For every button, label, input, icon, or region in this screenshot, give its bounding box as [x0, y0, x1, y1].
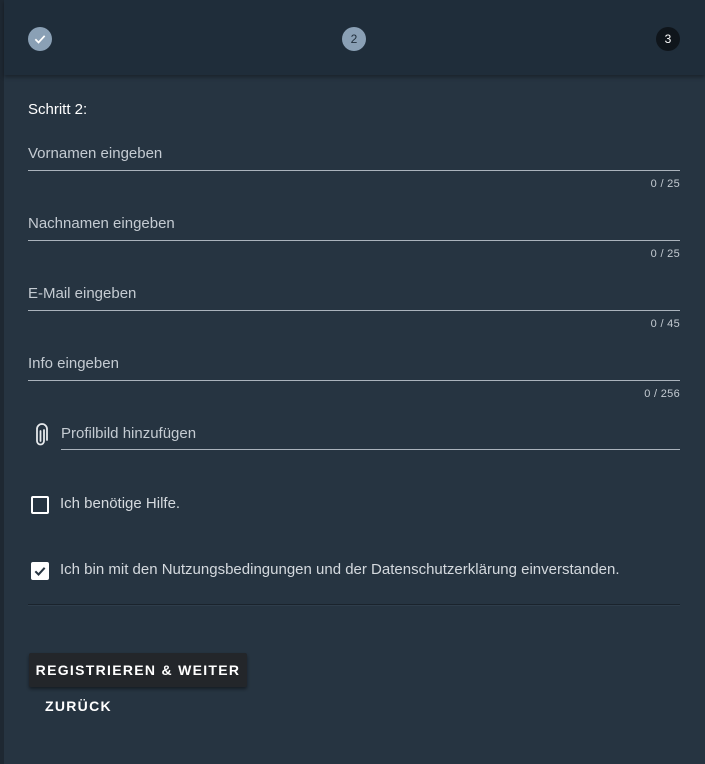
register-continue-button[interactable]: REGISTRIEREN & WEITER: [29, 653, 247, 687]
info-field[interactable]: Info eingeben 0 / 256: [28, 353, 680, 413]
terms-checkbox-label[interactable]: Ich bin mit den Nutzungsbedingungen und …: [60, 561, 620, 578]
terms-checkbox-row[interactable]: Ich bin mit den Nutzungsbedingungen und …: [28, 561, 680, 591]
email-counter: 0 / 45: [650, 318, 680, 330]
terms-checkbox[interactable]: [31, 562, 49, 580]
help-checkbox[interactable]: [31, 496, 49, 514]
step-2-active[interactable]: 2: [342, 27, 366, 51]
info-counter: 0 / 256: [644, 388, 680, 400]
email-underline: [28, 310, 680, 311]
profile-image-underline: [61, 449, 680, 450]
form-divider: [28, 604, 680, 605]
step-3-upcoming[interactable]: 3: [656, 27, 680, 51]
firstname-field[interactable]: Vornamen eingeben 0 / 25: [28, 143, 680, 203]
lastname-field[interactable]: Nachnamen eingeben 0 / 25: [28, 213, 680, 273]
email-label: E-Mail eingeben: [28, 285, 137, 302]
step-1-done[interactable]: [28, 27, 52, 51]
firstname-underline: [28, 170, 680, 171]
step-title: Schritt 2:: [28, 101, 88, 118]
stepper-header: 2 3: [4, 0, 705, 75]
checkbox-check-icon: [34, 567, 46, 576]
firstname-label: Vornamen eingeben: [28, 145, 163, 162]
back-button[interactable]: ZURÜCK: [33, 691, 123, 721]
info-label: Info eingeben: [28, 355, 119, 372]
paperclip-icon[interactable]: [30, 423, 52, 449]
profile-image-file-input[interactable]: Profilbild hinzufügen: [28, 421, 680, 461]
lastname-label: Nachnamen eingeben: [28, 215, 175, 232]
check-icon: [34, 35, 46, 44]
info-underline: [28, 380, 680, 381]
stepper: 2 3 Schritt 2: Vornamen eingeben 0 / 25 …: [4, 0, 705, 764]
lastname-underline: [28, 240, 680, 241]
email-field[interactable]: E-Mail eingeben 0 / 45: [28, 283, 680, 343]
help-checkbox-row[interactable]: Ich benötige Hilfe.: [28, 495, 680, 525]
firstname-counter: 0 / 25: [650, 178, 680, 190]
help-checkbox-label[interactable]: Ich benötige Hilfe.: [60, 495, 180, 512]
lastname-counter: 0 / 25: [650, 248, 680, 260]
profile-image-label: Profilbild hinzufügen: [61, 425, 197, 442]
